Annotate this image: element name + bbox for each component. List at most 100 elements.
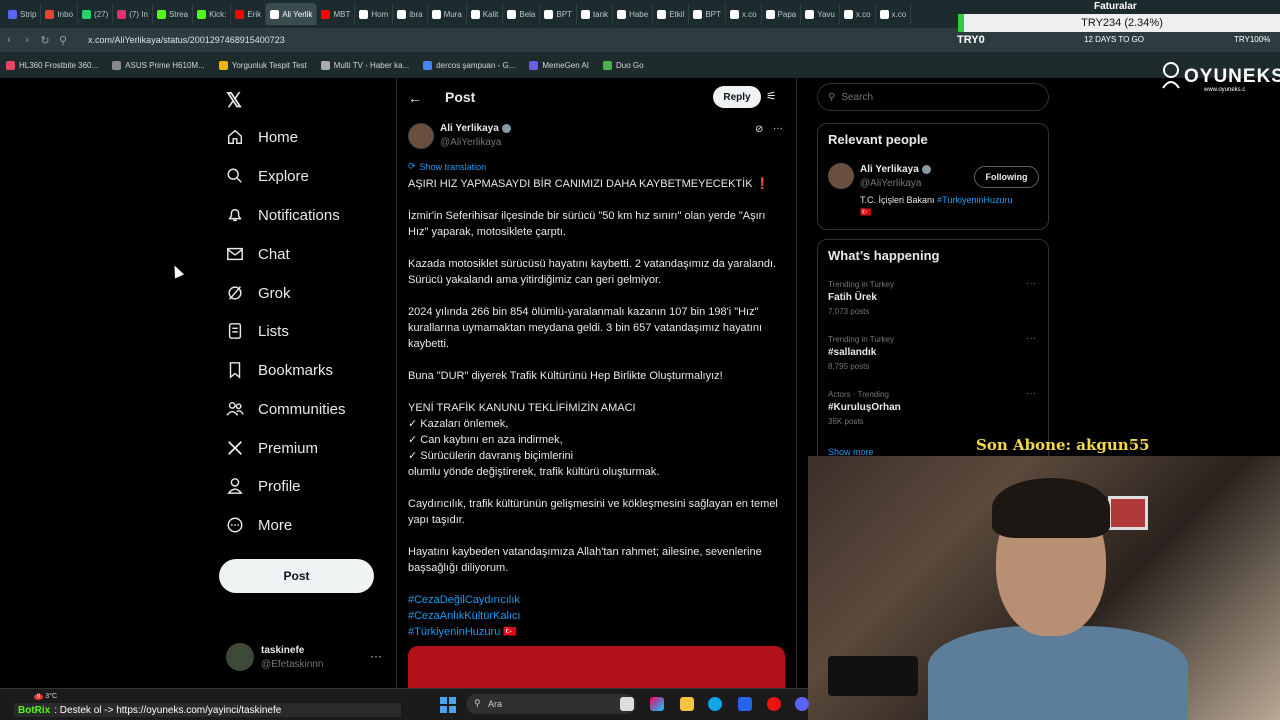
author-avatar[interactable] xyxy=(408,123,434,149)
site-info-icon[interactable]: ⚲ xyxy=(54,34,72,47)
browser-tab[interactable]: Kick: xyxy=(193,3,232,25)
nav-item-premium[interactable]: Premium xyxy=(226,433,318,463)
browser-tab[interactable]: x.co xyxy=(726,3,762,25)
overlay-goal-end: TRY100% xyxy=(1234,35,1271,44)
tab-label: BPT xyxy=(556,9,572,19)
search-input[interactable]: Search xyxy=(841,92,873,103)
browser-tab[interactable]: Mura xyxy=(428,3,467,25)
hashtag-link[interactable]: #CezaDeğilCaydırıcılık xyxy=(408,594,520,606)
tab-label: MBT xyxy=(333,9,351,19)
reload-icon[interactable]: ↻ xyxy=(36,34,54,47)
grok-icon[interactable]: ⊘ xyxy=(755,124,763,135)
weather-widget[interactable]: 9 3°C xyxy=(34,693,57,700)
nav-item-label: Chat xyxy=(258,245,290,263)
trend-item[interactable]: Trending in Turkey #sallandık 8,795 posts ·… xyxy=(828,333,1038,371)
copilot-icon[interactable] xyxy=(650,697,664,711)
browser-tab[interactable]: tank xyxy=(577,3,614,25)
trend-more-icon[interactable]: ··· xyxy=(1026,388,1036,399)
desk-device xyxy=(828,656,918,696)
browser-tab[interactable]: Inbo xyxy=(41,3,79,25)
browser-tab[interactable]: Ali Yerlik xyxy=(266,3,318,25)
opera-icon[interactable] xyxy=(767,697,781,711)
browser-tab[interactable]: Yavu xyxy=(801,3,840,25)
browser-tab[interactable]: x.co xyxy=(876,3,912,25)
post-media[interactable] xyxy=(408,646,785,688)
task-view-icon[interactable] xyxy=(620,697,634,711)
nav-item-grok[interactable]: Grok xyxy=(226,278,291,308)
author-name[interactable]: Ali Yerlikaya xyxy=(440,123,511,134)
x-logo-icon[interactable]: 𝕏 xyxy=(226,88,242,113)
discord-icon[interactable] xyxy=(795,697,809,711)
post-more-icon[interactable]: ··· xyxy=(773,123,783,134)
show-translation-link[interactable]: ⟳ Show translation xyxy=(408,161,486,172)
nav-item-label: Notifications xyxy=(258,206,340,224)
person-avatar[interactable] xyxy=(828,163,854,189)
browser-tab[interactable]: Strea xyxy=(153,3,194,25)
nav-item-communities[interactable]: Communities xyxy=(226,394,346,424)
trend-more-icon[interactable]: ··· xyxy=(1026,278,1036,289)
nav-item-notifications[interactable]: Notifications xyxy=(226,200,340,230)
tab-label: Ali Yerlik xyxy=(282,9,313,19)
browser-tab[interactable]: ibra xyxy=(393,3,428,25)
nav-item-chat[interactable]: Chat xyxy=(226,239,290,269)
taskbar-search[interactable]: ⚲ Ara xyxy=(466,694,636,714)
browser-tab[interactable]: Hom xyxy=(355,3,394,25)
tab-label: Erik xyxy=(247,9,262,19)
nav-item-home[interactable]: Home xyxy=(226,122,298,152)
browser-tab[interactable]: Bela xyxy=(503,3,541,25)
bookmark-item[interactable]: HL360 Frostbite 360... xyxy=(6,60,99,70)
url-text[interactable]: x.com/AliYerlikaya/status/20012974689154… xyxy=(88,35,285,45)
trend-item[interactable]: Actors · Trending #KuruluşOrhan 36K posts ·… xyxy=(828,388,1038,426)
person-name[interactable]: Ali Yerlikaya xyxy=(860,164,931,175)
browser-tab[interactable]: (27) xyxy=(78,3,114,25)
bio-hashtag[interactable]: #TürkiyeninHuzuru xyxy=(937,195,1013,205)
browser-tab[interactable]: Strip xyxy=(4,3,42,25)
tab-favicon-icon xyxy=(8,9,17,19)
hashtag-link[interactable]: #TürkiyeninHuzuru xyxy=(408,626,500,638)
bookmark-item[interactable]: MemeGen AI xyxy=(529,60,589,70)
author-handle[interactable]: @AliYerlikaya xyxy=(440,137,501,148)
search-box[interactable]: ⚲ Search xyxy=(817,83,1049,111)
store-icon[interactable] xyxy=(738,697,752,711)
browser-tab[interactable]: BPT xyxy=(689,3,726,25)
edge-icon[interactable] xyxy=(708,697,722,711)
browser-tab[interactable]: Habe xyxy=(613,3,654,25)
browser-tab[interactable]: Etkil xyxy=(653,3,690,25)
browser-tab[interactable]: Kalit xyxy=(467,3,504,25)
trend-item[interactable]: Trending in Turkey Fatih Ürek 7,073 posts ·… xyxy=(828,278,1038,316)
trend-more-icon[interactable]: ··· xyxy=(1026,333,1036,344)
bookmark-label: HL360 Frostbite 360... xyxy=(19,60,99,70)
nav-item-bookmarks[interactable]: Bookmarks xyxy=(226,355,333,385)
windows-start-icon[interactable] xyxy=(440,697,456,713)
nav-item-profile[interactable]: Profile xyxy=(226,471,301,501)
forward-nav-icon[interactable]: › xyxy=(18,34,36,46)
bookmark-item[interactable]: Yorgunluk Tespit Test xyxy=(218,60,307,70)
nav-item-lists[interactable]: Lists xyxy=(226,316,289,346)
browser-tab[interactable]: Erik xyxy=(231,3,267,25)
browser-tab[interactable]: MBT xyxy=(317,3,356,25)
nav-item-more[interactable]: More xyxy=(226,510,292,540)
reply-button[interactable]: Reply xyxy=(713,86,761,108)
tab-favicon-icon xyxy=(470,9,480,19)
bot-name: BotRix xyxy=(18,704,51,716)
browser-tab[interactable]: x.co xyxy=(840,3,876,25)
nav-item-explore[interactable]: Explore xyxy=(226,161,309,191)
file-explorer-icon[interactable] xyxy=(680,697,694,711)
back-arrow-icon[interactable]: ← xyxy=(408,90,422,106)
bookmark-item[interactable]: dercos şampuan - G... xyxy=(423,60,515,70)
person-handle[interactable]: @AliYerlikaya xyxy=(860,178,921,189)
more-dots-icon[interactable]: ··· xyxy=(370,649,382,663)
post-button[interactable]: Post xyxy=(219,559,374,593)
bookmark-item[interactable]: Multi TV - Haber ka... xyxy=(320,60,409,70)
people-icon xyxy=(226,401,244,416)
browser-tab[interactable]: Papa xyxy=(762,3,802,25)
hashtag-link[interactable]: #CezaAnlıkKültürKalıcı xyxy=(408,610,521,622)
account-switcher[interactable]: taskinefe @Efetaskinnn ··· xyxy=(226,643,386,675)
bookmark-item[interactable]: ASUS Prime H610M... xyxy=(112,60,205,70)
browser-tab[interactable]: (7) In xyxy=(113,3,153,25)
back-nav-icon[interactable]: ‹ xyxy=(0,34,18,46)
browser-tab[interactable]: BPT xyxy=(540,3,577,25)
following-button[interactable]: Following xyxy=(974,166,1039,188)
bookmark-item[interactable]: Duo Go xyxy=(603,60,644,70)
settings-sliders-icon[interactable]: ⚟ xyxy=(766,89,777,103)
